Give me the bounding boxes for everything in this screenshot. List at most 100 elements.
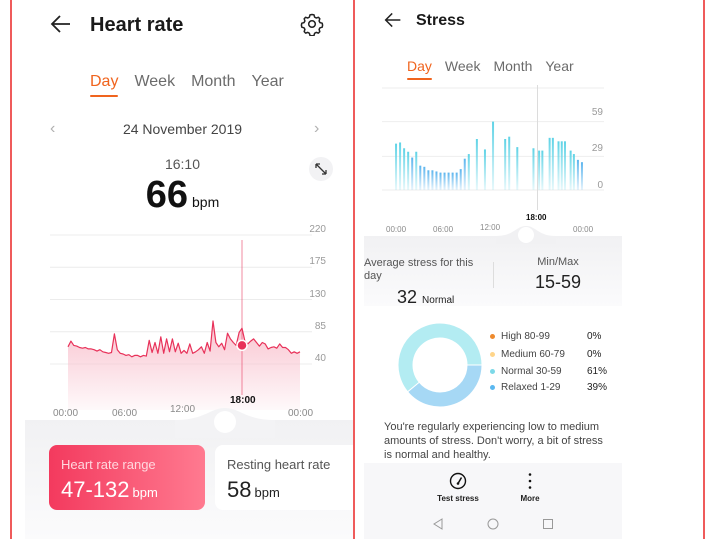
stress-bar <box>423 166 426 190</box>
selected-point <box>236 339 248 352</box>
scrubber-handle[interactable] <box>496 222 556 244</box>
stress-bar <box>551 137 554 190</box>
test-stress-label: Test stress <box>437 494 479 503</box>
x-tick: 00:00 <box>53 408 79 419</box>
average-stress-value: 32 <box>397 287 418 307</box>
stress-bar <box>538 150 541 190</box>
period-tabs: Day Week Month Year <box>90 73 284 97</box>
legend-label: High 80-99 <box>501 331 550 342</box>
tab-year[interactable]: Year <box>545 58 573 74</box>
y-tick: 40 <box>314 353 326 364</box>
y-tick: 130 <box>309 289 326 300</box>
tab-year[interactable]: Year <box>252 73 284 91</box>
tab-day[interactable]: Day <box>407 58 432 80</box>
stress-bar <box>435 171 438 190</box>
average-stress-value-wrap: 32 Normal <box>397 287 454 308</box>
y-tick: 0 <box>597 180 603 191</box>
selected-x-label: 18:00 <box>230 395 256 406</box>
scrubber-handle[interactable] <box>175 408 275 438</box>
expand-icon <box>315 163 327 175</box>
stress-bar <box>459 169 462 190</box>
stress-bar <box>560 141 563 190</box>
donut-slice-relaxed <box>406 364 483 408</box>
x-tick: 06:00 <box>112 408 138 419</box>
settings-gear-icon[interactable] <box>300 12 324 36</box>
range-label: Heart rate range <box>61 457 156 472</box>
minmax-value: 15-59 <box>534 272 582 292</box>
stress-bar <box>455 172 458 190</box>
stress-bar <box>541 150 544 190</box>
resting-unit: bpm <box>254 485 280 500</box>
y-tick: 220 <box>309 224 326 235</box>
average-stress-level: Normal <box>422 295 455 306</box>
average-stress-label: Average stress for this day <box>364 257 474 282</box>
tab-month[interactable]: Month <box>493 58 532 74</box>
x-tick: 06:00 <box>433 225 454 234</box>
date-label: 24 November 2019 <box>122 121 243 137</box>
legend-value: 61% <box>587 366 608 377</box>
stress-bar <box>532 148 535 190</box>
legend-item-normal: Normal 30-59 61% <box>490 366 610 377</box>
legend-dot <box>490 385 495 390</box>
legend-item-medium: Medium 60-79 0% <box>490 349 610 360</box>
legend-label: Relaxed 1-29 <box>501 382 561 393</box>
stress-bar <box>548 137 551 190</box>
stress-bar <box>439 172 442 190</box>
stress-bar <box>451 172 454 190</box>
legend-dot <box>490 352 495 357</box>
stress-bar <box>395 143 398 190</box>
stress-bar <box>504 139 507 190</box>
x-tick: 00:00 <box>386 225 407 234</box>
range-value-wrap: 47-132 bpm <box>61 477 158 503</box>
stress-bar <box>399 142 402 190</box>
area-fill <box>68 321 300 410</box>
tab-week[interactable]: Week <box>134 73 175 91</box>
stress-bar <box>427 170 430 190</box>
stress-bar <box>467 154 470 190</box>
back-arrow-icon[interactable] <box>50 13 72 35</box>
legend-dot <box>490 369 495 374</box>
home-circle-icon[interactable] <box>487 518 499 530</box>
y-tick: 59 <box>591 107 603 118</box>
legend-label: Medium 60-79 <box>501 349 565 360</box>
period-tabs: Day Week Month Year <box>407 58 574 80</box>
heart-rate-range-card[interactable]: Heart rate range 47-132 bpm <box>49 445 205 510</box>
tab-day[interactable]: Day <box>90 73 119 97</box>
tab-week[interactable]: Week <box>445 58 481 74</box>
more-button[interactable]: More <box>510 472 550 503</box>
legend-value: 0% <box>587 349 602 360</box>
more-vertical-icon <box>528 473 532 489</box>
test-stress-button[interactable]: Test stress <box>430 472 486 503</box>
resting-label: Resting heart rate <box>227 457 331 472</box>
stress-bar <box>508 136 511 190</box>
back-arrow-icon[interactable] <box>384 11 402 29</box>
resting-value-wrap: 58 bpm <box>227 477 280 503</box>
legend-dot <box>490 334 495 339</box>
legend-label: Normal 30-59 <box>501 366 562 377</box>
gauge-icon <box>449 472 467 490</box>
minmax-label: Min/Max <box>537 256 579 268</box>
x-tick: 00:00 <box>288 408 314 419</box>
back-triangle-icon[interactable] <box>432 518 444 530</box>
stress-bar <box>563 141 566 190</box>
heart-rate-value: 66 <box>145 174 189 216</box>
stress-bar <box>403 148 406 190</box>
y-tick: 29 <box>591 143 603 154</box>
tab-month[interactable]: Month <box>191 73 235 91</box>
stress-bar <box>463 158 466 190</box>
legend-value: 39% <box>587 382 608 393</box>
more-label: More <box>520 494 540 503</box>
stress-bar <box>407 151 410 190</box>
expand-button[interactable] <box>309 157 333 181</box>
selected-x-label: 18:00 <box>526 213 547 222</box>
stress-bar <box>569 150 572 190</box>
chevron-right-icon[interactable]: › <box>314 120 319 138</box>
stress-bar <box>475 139 478 190</box>
stress-bar <box>516 147 519 190</box>
range-unit: bpm <box>132 485 158 500</box>
selected-time: 16:10 <box>164 156 201 172</box>
stress-advice-text: You're regularly experiencing low to med… <box>384 421 603 461</box>
resting-heart-rate-card[interactable]: Resting heart rate 58 bpm <box>215 445 353 510</box>
recents-square-icon[interactable] <box>542 518 554 530</box>
stress-bar <box>443 172 446 190</box>
